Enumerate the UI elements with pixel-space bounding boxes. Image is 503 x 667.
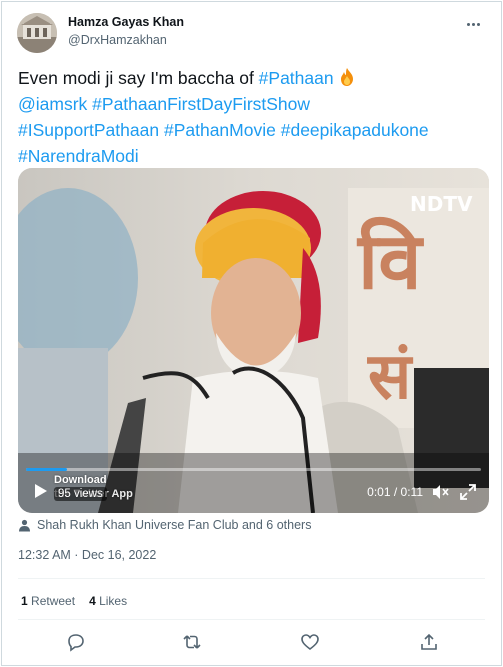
view-count: 95 views (54, 487, 107, 501)
retweets-stat[interactable]: 1 Retweet (21, 594, 75, 608)
tweet-text: Even modi ji say I'm baccha of #Pathaan … (18, 65, 488, 169)
divider (18, 578, 485, 579)
divider (18, 619, 485, 620)
retweets-label: Retweet (31, 594, 76, 608)
volume-icon[interactable] (431, 483, 449, 501)
video-progress-fill (26, 468, 67, 471)
video-watermark: NDTV (410, 192, 473, 216)
hashtag-link[interactable]: #PathaanFirstDayFirstShow (92, 94, 310, 114)
person-tag-icon (19, 519, 30, 531)
video-player[interactable]: वि सं NDTV Download the (18, 168, 489, 513)
svg-text:वि: वि (356, 216, 424, 307)
fullscreen-icon[interactable] (459, 483, 477, 501)
svg-text:सं: सं (367, 340, 414, 414)
video-progress-track[interactable] (26, 468, 481, 471)
video-frame: वि सं NDTV (18, 168, 489, 513)
reply-icon[interactable] (66, 632, 86, 652)
likes-count: 4 (89, 594, 96, 608)
author-avatar[interactable] (17, 13, 57, 53)
tweet-timestamp[interactable]: 12:32 AM · Dec 16, 2022 (18, 548, 156, 562)
share-icon[interactable] (419, 632, 439, 652)
hashtag-link[interactable]: #Pathaan (259, 68, 334, 88)
avatar-image (17, 13, 57, 53)
like-icon[interactable] (300, 632, 320, 652)
hashtag-link[interactable]: #PathanMovie (164, 120, 276, 140)
hashtag-link[interactable]: #ISupportPathaan (18, 120, 159, 140)
hashtag-link[interactable]: #deepikapadukone (281, 120, 429, 140)
retweets-count: 1 (21, 594, 28, 608)
tweet-stats: 1 Retweet 4 Likes (21, 594, 127, 608)
tagged-people-label: Shah Rukh Khan Universe Fan Club and 6 o… (37, 518, 312, 532)
tagged-people[interactable]: Shah Rukh Khan Universe Fan Club and 6 o… (18, 518, 311, 532)
play-icon[interactable] (30, 481, 50, 501)
retweet-icon[interactable] (182, 632, 202, 652)
mention-link[interactable]: @iamsrk (18, 94, 87, 114)
likes-stat[interactable]: 4 Likes (89, 594, 127, 608)
video-time-readout: 0:01 / 0:11 (367, 485, 423, 499)
likes-label: Likes (99, 594, 128, 608)
fire-emoji-icon (341, 68, 354, 86)
action-bar (2, 632, 501, 654)
tweet-card: Hamza Gayas Khan @DrxHamzakhan Even modi… (1, 1, 502, 666)
download-label-line1: Download (54, 474, 107, 486)
hashtag-link[interactable]: #NarendraModi (18, 146, 139, 166)
author-name[interactable]: Hamza Gayas Khan (68, 15, 184, 29)
more-icon[interactable] (461, 14, 485, 34)
tweet-text-body: Even modi ji say I'm baccha of (18, 68, 259, 88)
author-handle[interactable]: @DrxHamzakhan (68, 33, 167, 47)
